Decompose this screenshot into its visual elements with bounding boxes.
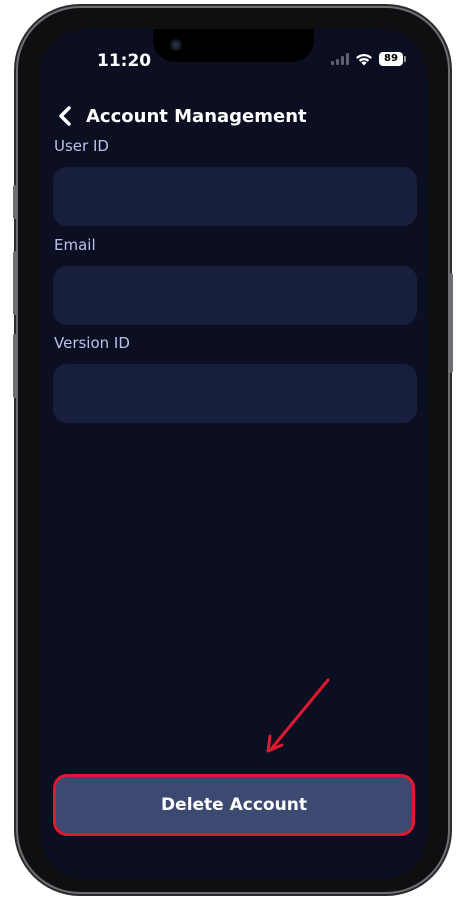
app-screen: 11:20 89 Account Management User ID Emai… — [40, 29, 427, 879]
version-id-label: Version ID — [54, 334, 130, 352]
page-header: Account Management — [54, 105, 307, 127]
front-camera — [170, 39, 182, 51]
power-button — [449, 273, 453, 373]
phone-frame: 11:20 89 Account Management User ID Emai… — [13, 8, 453, 892]
delete-account-button[interactable]: Delete Account — [53, 774, 415, 836]
silent-switch — [13, 185, 17, 219]
version-id-field[interactable] — [53, 364, 417, 423]
status-indicators: 89 — [331, 52, 406, 66]
user-id-label: User ID — [54, 137, 109, 155]
user-id-field[interactable] — [53, 167, 417, 226]
chevron-left-icon — [59, 106, 71, 126]
back-button[interactable] — [54, 105, 76, 127]
email-field[interactable] — [53, 266, 417, 325]
battery-indicator: 89 — [379, 52, 406, 66]
page-title: Account Management — [86, 105, 307, 127]
email-label: Email — [54, 236, 96, 254]
volume-down-button — [13, 334, 17, 398]
annotation-arrow — [266, 678, 330, 753]
status-time: 11:20 — [97, 51, 152, 71]
wifi-icon — [356, 53, 372, 65]
volume-up-button — [13, 251, 17, 315]
cellular-signal-icon — [331, 53, 349, 65]
